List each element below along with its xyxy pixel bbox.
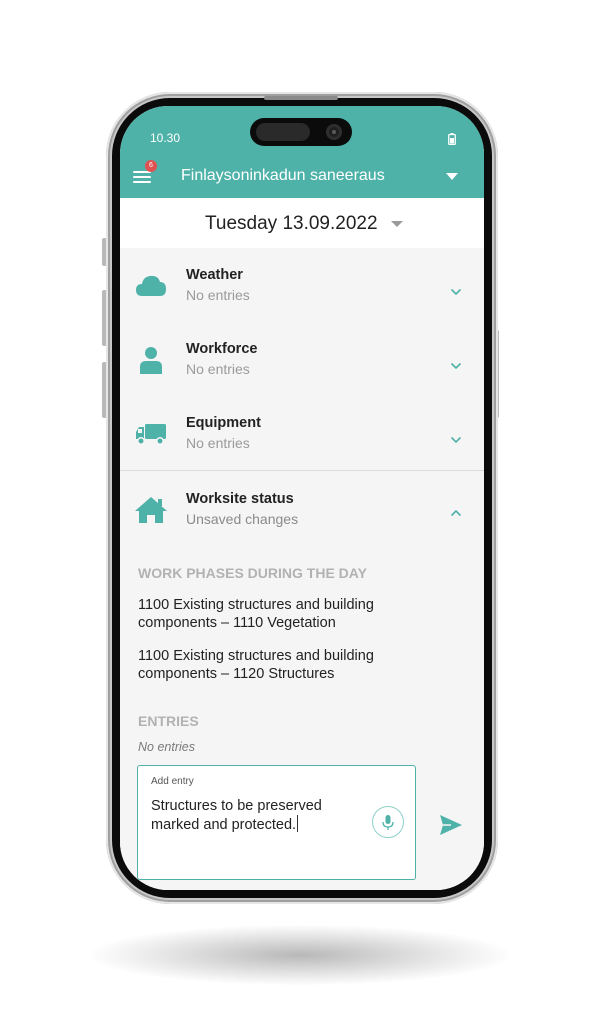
microphone-icon bbox=[382, 815, 394, 830]
truck-icon bbox=[134, 418, 170, 448]
chevron-up-icon[interactable] bbox=[450, 504, 462, 517]
status-time: 10.30 bbox=[150, 131, 181, 145]
section-subtitle: Unsaved changes bbox=[186, 511, 299, 527]
send-icon bbox=[440, 815, 462, 835]
project-dropdown-icon[interactable] bbox=[446, 173, 458, 180]
dynamic-island bbox=[250, 118, 352, 146]
text-cursor bbox=[297, 815, 299, 832]
work-phase-item: 1100 Existing structures and building co… bbox=[138, 648, 374, 682]
work-phase-item: 1100 Existing structures and building co… bbox=[138, 597, 374, 631]
caret-down-icon[interactable] bbox=[391, 221, 403, 227]
date-selector[interactable]: Tuesday 13.09.2022 bbox=[120, 198, 484, 249]
chevron-down-icon[interactable] bbox=[450, 357, 462, 370]
person-icon bbox=[134, 344, 170, 374]
selected-date[interactable]: Tuesday 13.09.2022 bbox=[205, 213, 378, 235]
front-camera bbox=[326, 124, 342, 140]
section-subtitle: No entries bbox=[186, 435, 250, 451]
app-bar: 6 Finlaysoninkadun saneeraus bbox=[120, 156, 484, 198]
device-shadow bbox=[90, 925, 510, 985]
section-title: Equipment bbox=[186, 415, 261, 431]
section-title: Workforce bbox=[186, 341, 258, 357]
section-subtitle: No entries bbox=[186, 287, 250, 303]
section-title[interactable]: Worksite status bbox=[186, 491, 294, 507]
battery-icon bbox=[448, 132, 456, 150]
add-entry-input[interactable]: Structures to be preserved marked and pr… bbox=[151, 797, 361, 834]
section-equipment[interactable]: Equipment No entries bbox=[120, 396, 484, 471]
section-title: Weather bbox=[186, 267, 243, 283]
microphone-button[interactable] bbox=[372, 806, 404, 838]
island-sensor bbox=[256, 123, 310, 141]
send-button[interactable] bbox=[438, 812, 464, 838]
notification-badge: 6 bbox=[145, 160, 157, 172]
section-subtitle: No entries bbox=[186, 361, 250, 377]
menu-button[interactable]: 6 bbox=[132, 160, 157, 188]
add-entry-label: Add entry bbox=[151, 776, 194, 787]
section-worksite-status: Worksite status Unsaved changes WORK PHA… bbox=[120, 472, 484, 890]
cloud-icon bbox=[134, 270, 170, 300]
house-icon bbox=[134, 494, 170, 524]
speaker-grille bbox=[264, 96, 338, 100]
project-title[interactable]: Finlaysoninkadun saneeraus bbox=[181, 167, 385, 185]
section-workforce[interactable]: Workforce No entries bbox=[120, 322, 484, 397]
section-weather[interactable]: Weather No entries bbox=[120, 248, 484, 323]
entries-empty-text: No entries bbox=[138, 740, 195, 754]
chevron-down-icon[interactable] bbox=[450, 283, 462, 296]
add-entry-field[interactable]: Add entry Structures to be preserved mar… bbox=[137, 765, 416, 880]
chevron-down-icon[interactable] bbox=[450, 431, 462, 444]
phone-screen: 10.30 6 Finlaysoninkadun saneeraus Tuesd… bbox=[120, 106, 484, 890]
entries-heading: ENTRIES bbox=[138, 713, 199, 729]
work-phases-heading: WORK PHASES DURING THE DAY bbox=[138, 565, 367, 581]
